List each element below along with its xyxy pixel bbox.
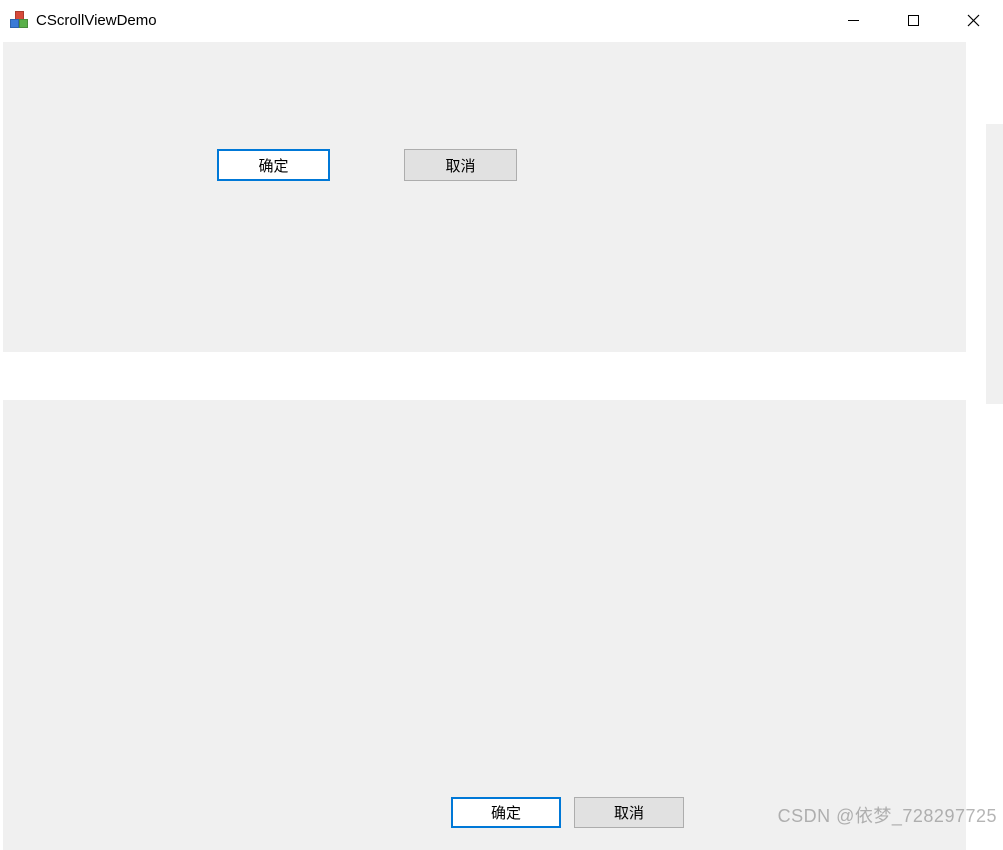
window-title: CScrollViewDemo [36, 12, 157, 29]
cancel-button[interactable]: 取消 [404, 149, 517, 181]
watermark-text: CSDN @依梦_728297725 [778, 802, 997, 828]
ok-button[interactable]: 确定 [451, 797, 561, 828]
client-area: 确定 取消 确定 取消 CSDN @依梦_728297725 [0, 40, 1003, 848]
app-icon [10, 11, 28, 29]
title-bar: CScrollViewDemo [0, 0, 1003, 40]
window-controls [823, 0, 1003, 40]
maximize-button[interactable] [883, 0, 943, 40]
cancel-button[interactable]: 取消 [574, 797, 684, 828]
close-button[interactable] [943, 0, 1003, 40]
vertical-scrollbar[interactable] [986, 124, 1003, 404]
dialog-panel-top: 确定 取消 [3, 42, 966, 352]
dialog-panel-bottom: 确定 取消 [3, 400, 966, 850]
ok-button[interactable]: 确定 [217, 149, 330, 181]
minimize-button[interactable] [823, 0, 883, 40]
